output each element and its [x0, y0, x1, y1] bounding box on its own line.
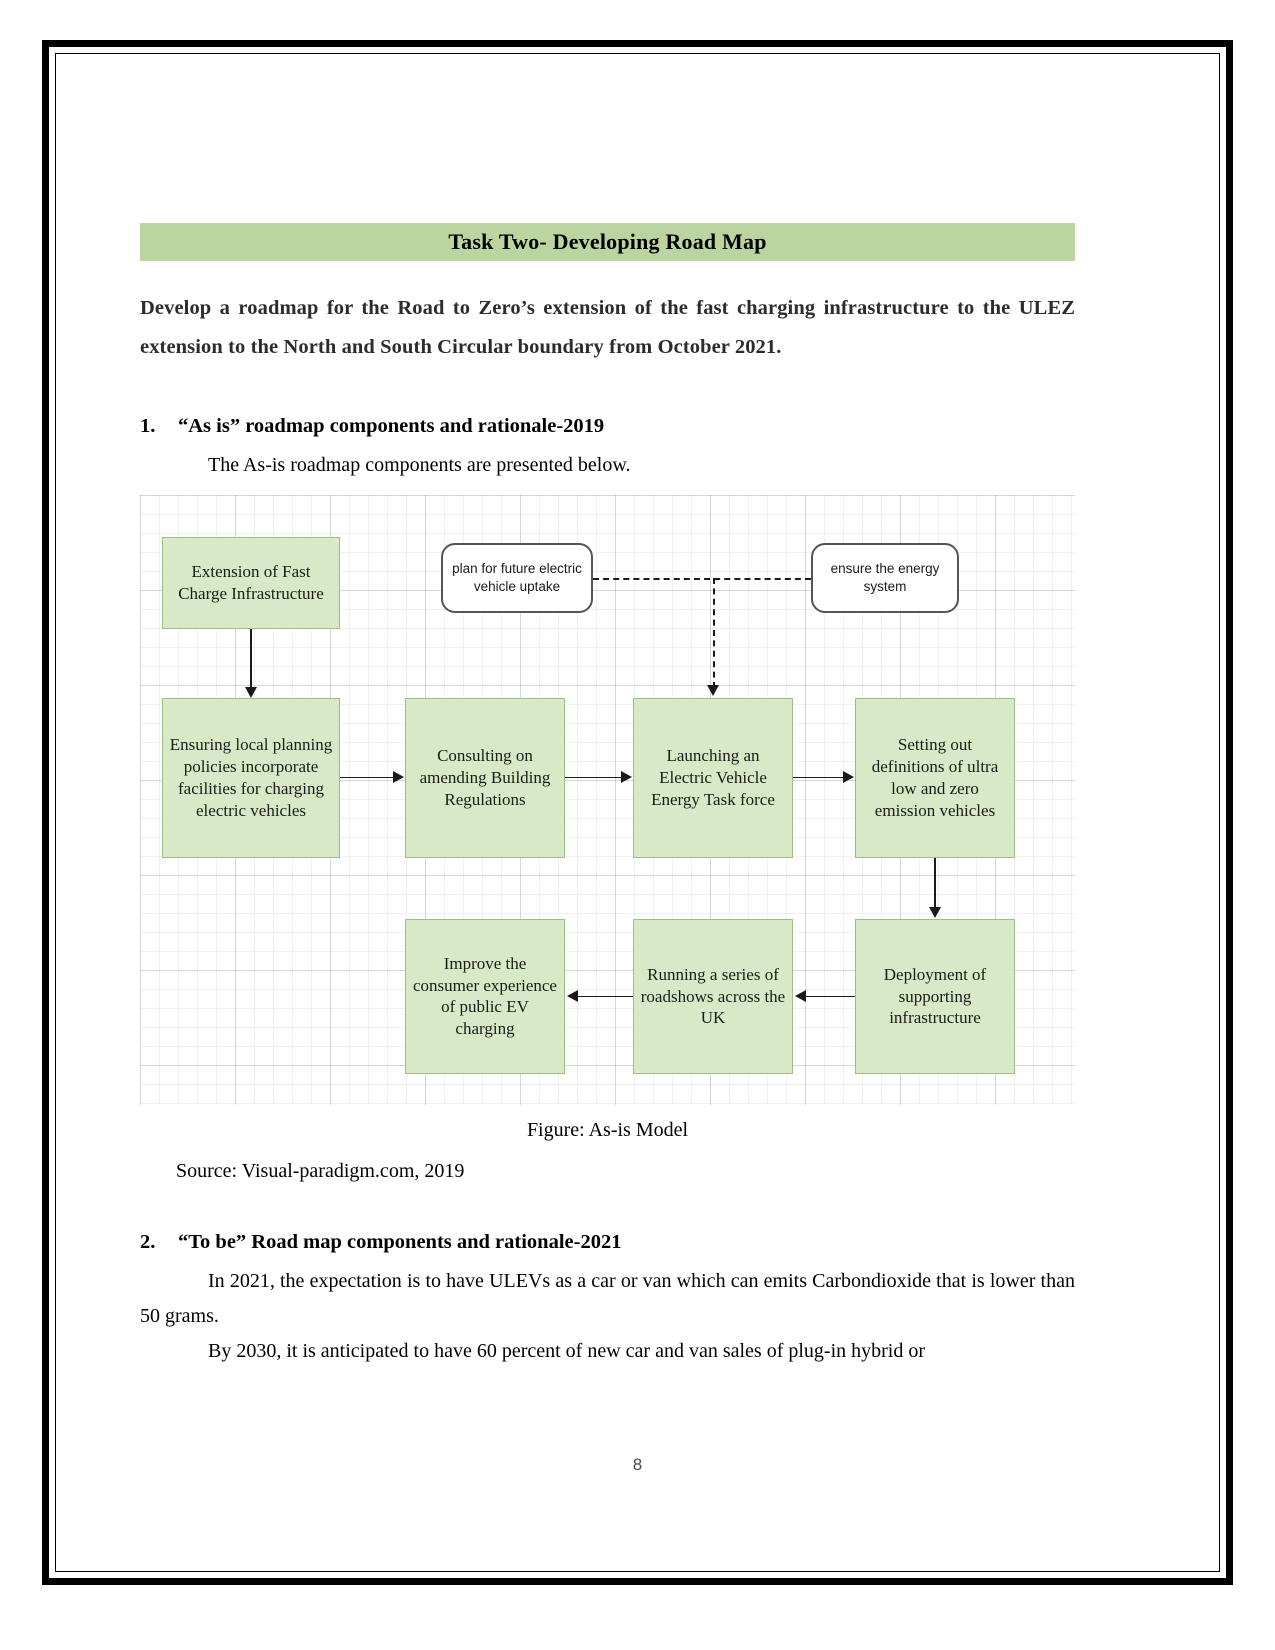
- flow-edge-dashed-horizontal: [593, 577, 811, 580]
- flow-edge-deployment-to-roadshows: [805, 995, 855, 998]
- flow-node-consumer-exp-label: Improve the consumer experience of publi…: [413, 953, 557, 1039]
- section-two-paragraph-one: In 2021, the expectation is to have ULEV…: [140, 1269, 1075, 1327]
- flow-edge-consulting-to-taskforce: [565, 776, 623, 779]
- flow-arrowhead-to-taskforce: [621, 770, 632, 783]
- flow-node-definitions: Setting out definitions of ultra low and…: [855, 697, 1015, 858]
- flow-edge-dashed-vertical: [713, 577, 715, 688]
- section-two-paragraph-two: By 2030, it is anticipated to have 60 pe…: [208, 1339, 926, 1362]
- task-title-text: Task Two- Developing Road Map: [448, 229, 767, 254]
- flow-node-consulting-label: Consulting on amending Building Regulati…: [419, 746, 551, 809]
- flow-edge-extension-to-local-plan: [250, 628, 252, 691]
- task-title-banner: Task Two- Developing Road Map: [140, 223, 1075, 261]
- as-is-model-figure: Extension of Fast Charge Infrastructure …: [140, 494, 1075, 1105]
- flow-arrowhead-to-consulting: [393, 770, 404, 783]
- flow-node-plan-uptake: plan for future electric vehicle uptake: [441, 542, 593, 613]
- page-number: 8: [632, 1455, 643, 1474]
- flow-node-definitions-label: Setting out definitions of ultra low and…: [871, 735, 999, 820]
- flow-node-consumer-exp: Improve the consumer experience of publi…: [405, 918, 565, 1074]
- flow-arrowhead-to-definitions: [843, 770, 854, 783]
- section-one-number: 1.: [140, 414, 156, 437]
- flow-node-local-plan: Ensuring local planning policies incorpo…: [162, 697, 340, 858]
- flow-node-taskforce-label: Launching an Electric Vehicle Energy Tas…: [651, 746, 775, 809]
- flow-node-energy-system: ensure the energy system: [811, 542, 959, 613]
- flow-edge-taskforce-to-definitions: [793, 776, 845, 779]
- flow-edge-roadshows-to-consumer-exp: [577, 995, 633, 998]
- flow-node-extension-label: Extension of Fast Charge Infrastructure: [178, 562, 324, 603]
- flow-arrowhead-to-consumer-exp: [567, 989, 578, 1002]
- section-two-heading-text: “To be” Road map components and rational…: [178, 1230, 622, 1253]
- task-intro-paragraph: Develop a roadmap for the Road to Zero’s…: [140, 297, 1075, 358]
- figure-source: Source: Visual-paradigm.com, 2019: [176, 1159, 465, 1182]
- flow-edge-local-plan-to-consulting: [340, 776, 395, 779]
- flow-node-roadshows: Running a series of roadshows across the…: [633, 918, 793, 1074]
- flow-arrowhead-to-deployment: [929, 906, 941, 918]
- flow-node-consulting: Consulting on amending Building Regulati…: [405, 697, 565, 858]
- flow-arrowhead-dashed-down: [707, 684, 719, 696]
- flow-node-extension: Extension of Fast Charge Infrastructure: [162, 536, 340, 629]
- figure-caption: Figure: As-is Model: [526, 1118, 689, 1141]
- flow-node-plan-uptake-label: plan for future electric vehicle uptake: [452, 560, 582, 594]
- document-page: Task Two- Developing Road Map Develop a …: [0, 0, 1275, 1650]
- flow-arrowhead-extension-down: [245, 686, 257, 698]
- flow-arrowhead-to-roadshows: [795, 989, 806, 1002]
- section-one-lead-paragraph: The As-is roadmap components are present…: [208, 453, 631, 476]
- flow-node-deployment-label: Deployment of supporting infrastructure: [883, 964, 987, 1028]
- section-one-heading: 1. “As is” roadmap components and ration…: [140, 415, 1075, 438]
- flow-node-taskforce: Launching an Electric Vehicle Energy Tas…: [633, 697, 793, 858]
- page-content: Task Two- Developing Road Map Develop a …: [140, 60, 1075, 1369]
- section-one-heading-text: “As is” roadmap components and rationale…: [178, 414, 605, 437]
- flow-node-deployment: Deployment of supporting infrastructure: [855, 918, 1015, 1074]
- section-two-heading: 2. “To be” Road map components and ratio…: [140, 1231, 1075, 1254]
- flow-edge-definitions-to-deployment: [934, 857, 936, 912]
- flow-node-energy-system-label: ensure the energy system: [830, 560, 940, 594]
- flow-node-local-plan-label: Ensuring local planning policies incorpo…: [169, 735, 333, 820]
- flow-node-roadshows-label: Running a series of roadshows across the…: [640, 964, 786, 1028]
- section-two-number: 2.: [140, 1230, 156, 1253]
